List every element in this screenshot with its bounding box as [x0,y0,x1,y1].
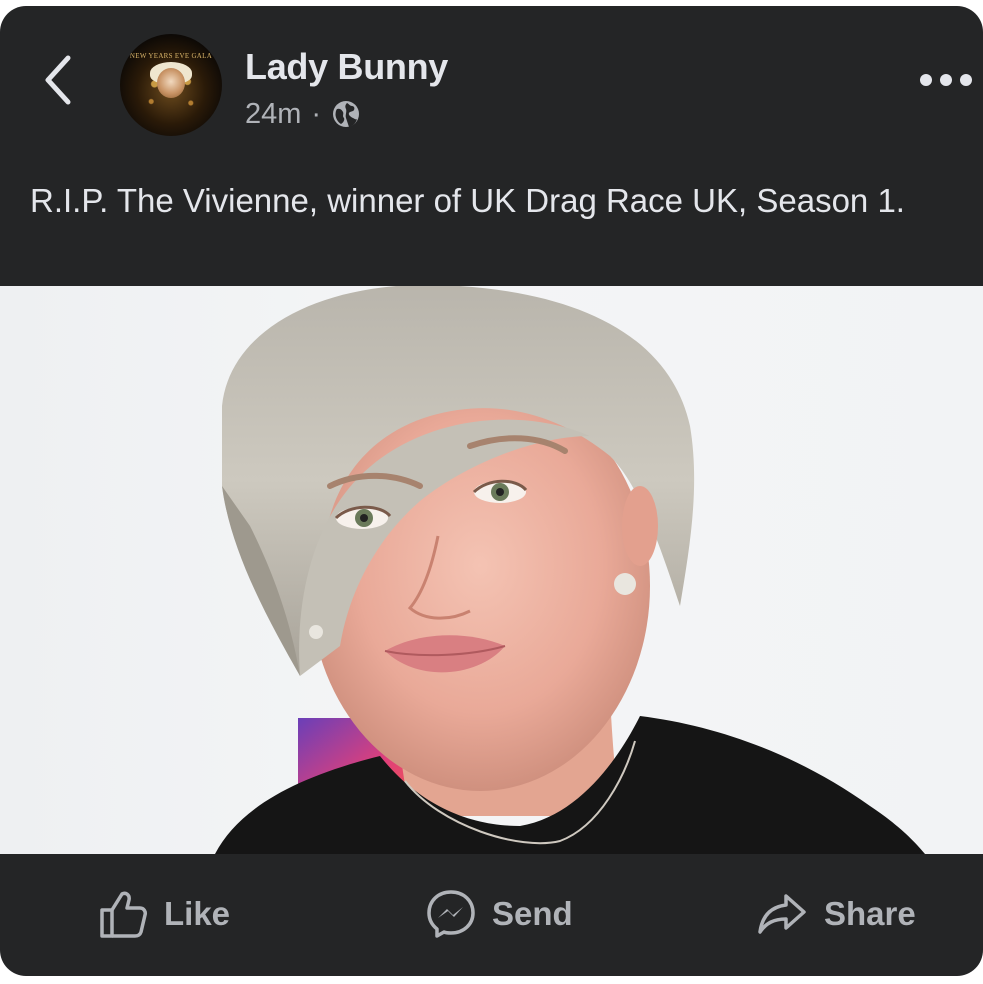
share-arrow-icon [758,894,806,934]
post-text: R.I.P. The Vivienne, winner of UK Drag R… [30,182,905,219]
share-label: Share [824,895,916,932]
post-meta: 24m · [245,94,361,134]
like-label: Like [164,895,231,932]
more-horizontal-icon[interactable] [918,68,974,92]
portrait-illustration [215,286,925,854]
post-time[interactable]: 24m [245,98,301,131]
avatar-face [157,68,185,98]
avatar-logo-text: NEW YEARS EVE GALA [129,52,213,60]
share-button[interactable]: Share [756,884,916,944]
post-photo[interactable] [0,286,983,854]
author-name[interactable]: Lady Bunny [245,46,448,88]
send-label: Send [492,895,573,932]
globe-icon [333,101,360,127]
post-actions: Like Send Share [0,854,983,976]
chevron-left-icon[interactable] [38,50,78,110]
thumbs-up-icon [100,891,147,938]
send-button[interactable]: Send [426,884,573,944]
post-card: NEW YEARS EVE GALA Lady Bunny 24m · R.I.… [0,6,983,976]
messenger-icon [427,890,475,938]
meta-separator: · [311,97,322,130]
like-button[interactable]: Like [98,884,230,944]
avatar[interactable]: NEW YEARS EVE GALA [120,34,222,136]
post-header: NEW YEARS EVE GALA Lady Bunny 24m · [0,6,983,146]
